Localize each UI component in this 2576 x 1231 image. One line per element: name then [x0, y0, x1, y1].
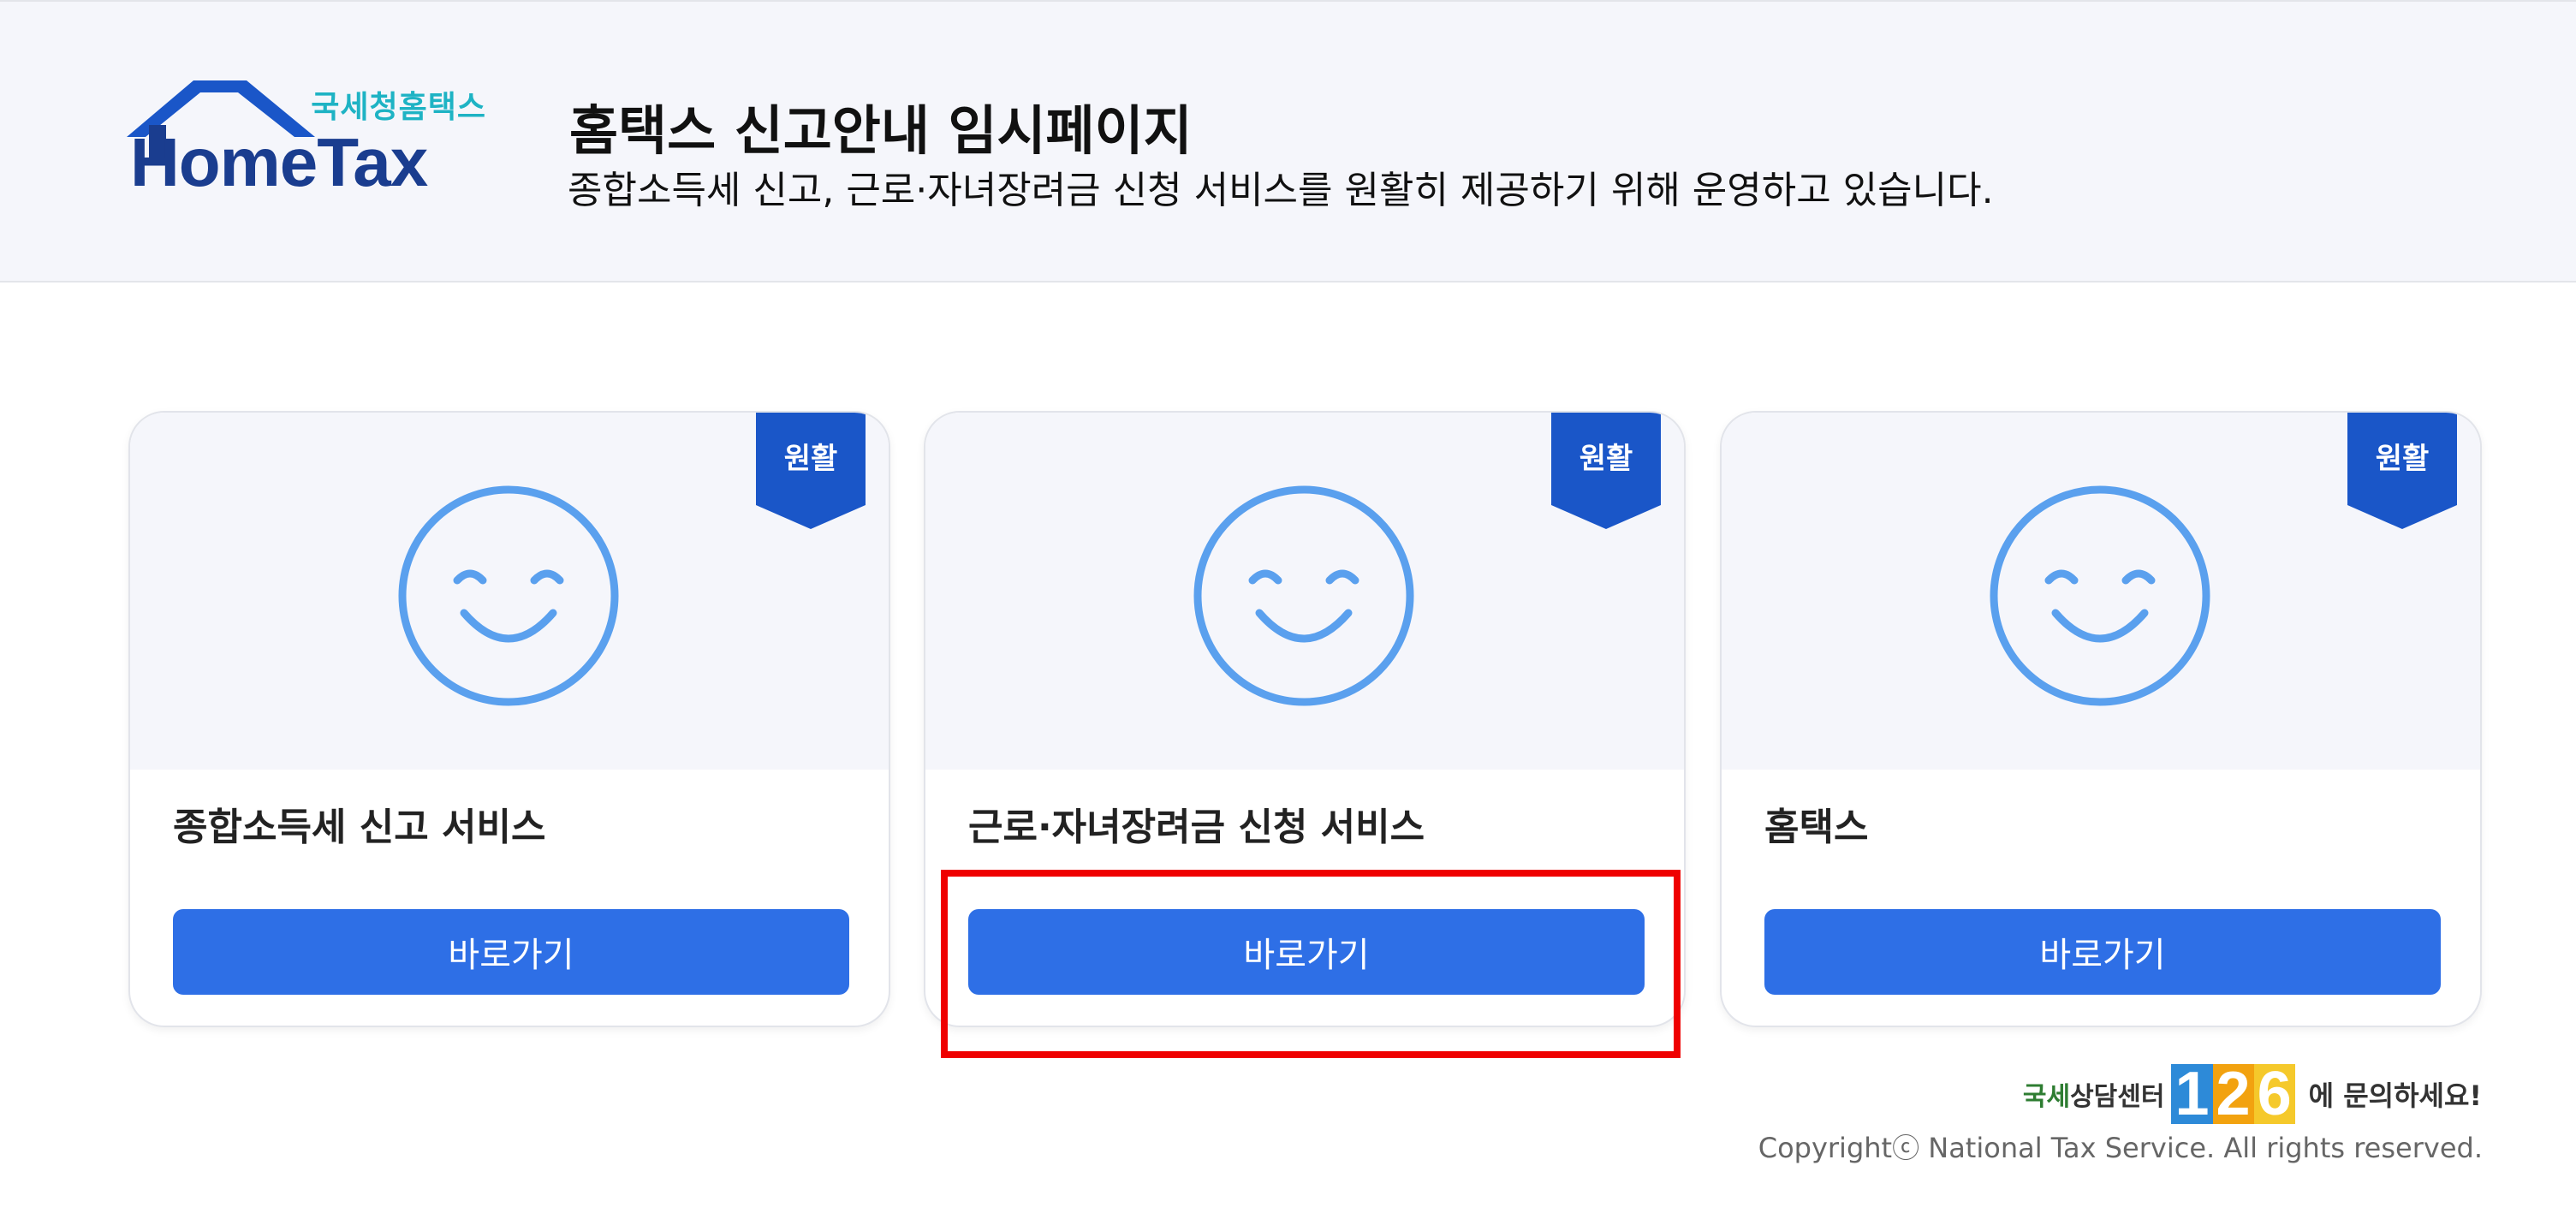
hometax-logo[interactable]: 국세청홈택스 HomeTax	[127, 75, 486, 200]
logo-korean-text: 국세청홈택스	[311, 90, 486, 125]
status-badge: 원활	[1579, 442, 1633, 476]
status-ribbon: 원활	[756, 413, 866, 529]
page-subtitle: 종합소득세 신고, 근로·자녀장려금 신청 서비스를 원활히 제공하기 위해 운…	[568, 169, 1994, 212]
service-card-income-tax: 원활 종합소득세 신고 서비스 바로가기	[128, 411, 890, 1027]
tax-center-label: 국세상담센터	[2023, 1075, 2165, 1113]
status-ribbon: 원활	[1551, 413, 1661, 529]
go-button-hometax[interactable]: 바로가기	[1764, 909, 2441, 995]
number-digit: 6	[2253, 1063, 2295, 1125]
smiley-face-icon	[1990, 485, 2210, 706]
smiley-face-icon	[1193, 485, 1414, 706]
card-title: 근로·자녀장려금 신청 서비스	[968, 806, 1425, 849]
card-title: 종합소득세 신고 서비스	[173, 806, 546, 849]
tax-center-prefix: 국세	[2022, 1082, 2071, 1112]
status-badge: 원활	[2375, 442, 2430, 476]
status-ribbon: 원활	[2347, 413, 2457, 529]
page-title: 홈택스 신고안내 임시페이지	[569, 99, 1193, 162]
tax-center-126-banner: 국세상담센터 1 2 6 에 문의하세요!	[2023, 1062, 2482, 1127]
tax-center-suffix: 에 문의하세요!	[2308, 1079, 2482, 1112]
service-card-hometax: 원활 홈택스 바로가기	[1720, 411, 2482, 1027]
highlight-annotation-box	[941, 870, 1681, 1058]
smiley-face-icon	[398, 485, 619, 706]
card-title: 홈택스	[1764, 806, 1869, 849]
number-digit: 2	[2212, 1063, 2254, 1125]
number-digit: 1	[2171, 1063, 2213, 1125]
tax-center-label-text: 상담센터	[2070, 1082, 2165, 1112]
tax-center-number: 1 2 6	[2171, 1063, 2295, 1125]
logo-wordmark: HomeTax	[130, 124, 428, 200]
header-banner: 국세청홈택스 HomeTax 홈택스 신고안내 임시페이지 종합소득세 신고, …	[0, 0, 2576, 282]
copyright-text: Copyrightⓒ National Tax Service. All rig…	[1758, 1132, 2483, 1164]
status-badge: 원활	[783, 442, 838, 476]
go-button-income-tax[interactable]: 바로가기	[173, 909, 849, 995]
